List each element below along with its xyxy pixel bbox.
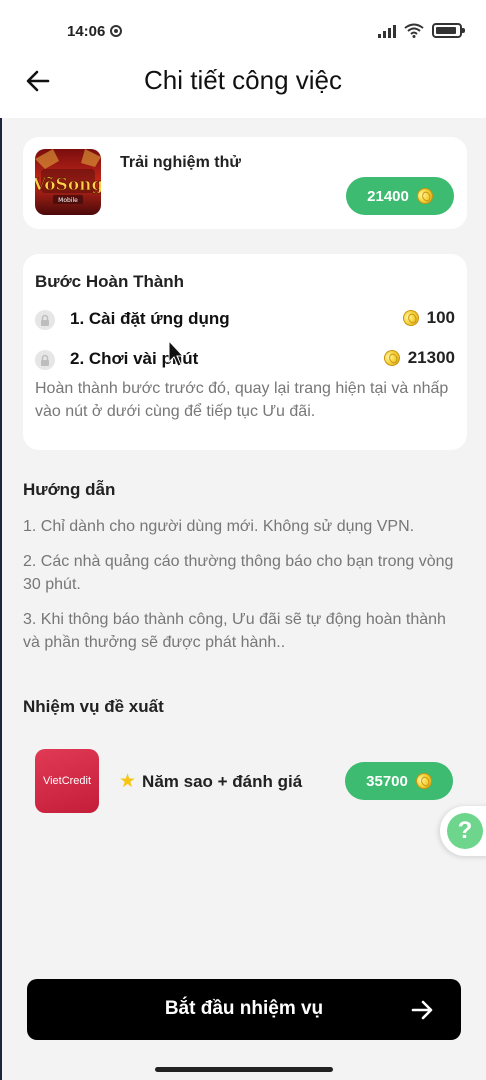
- recommended-reward-value: 35700: [366, 772, 408, 790]
- vietcredit-logo: VietCredit: [35, 749, 99, 813]
- task-reward-badge: 21400: [346, 177, 454, 215]
- coin-icon: [381, 347, 403, 369]
- header: Chi tiết công việc: [0, 55, 486, 107]
- guide-item: 1. Chỉ dành cho người dùng mới. Không sử…: [23, 518, 415, 535]
- screen-record-icon: [110, 25, 122, 37]
- lock-icon: [35, 310, 55, 330]
- recommended-reward-badge[interactable]: 35700: [345, 762, 453, 800]
- task-card: VõSong Mobile Trải nghiệm thử 21400: [23, 137, 467, 229]
- step-item: 1. Cài đặt ứng dụng 100: [35, 307, 455, 333]
- question-icon: ?: [447, 813, 483, 849]
- recommended-title: Nhiệm vụ đề xuất: [23, 697, 164, 716]
- arrow-right-icon: [411, 1000, 433, 1020]
- recommended-task-text: Năm sao + đánh giá: [142, 771, 303, 791]
- step-reward: 100: [399, 307, 455, 329]
- page-title: Chi tiết công việc: [144, 65, 342, 95]
- game-app-icon: VõSong Mobile: [35, 149, 101, 215]
- step-reward: 21300: [381, 347, 455, 369]
- vietcredit-logo-text: VietCredit: [42, 775, 92, 787]
- coin-icon: [414, 185, 436, 207]
- wifi-icon: [404, 23, 424, 38]
- task-reward-value: 21400: [367, 187, 409, 205]
- step-reward-value: 100: [426, 308, 455, 327]
- step-reward-value: 21300: [407, 348, 455, 367]
- help-button[interactable]: ?: [440, 806, 486, 856]
- start-task-label: Bắt đầu nhiệm vụ: [164, 998, 324, 1019]
- game-logo-subtext: Mobile: [58, 197, 78, 204]
- guide-item: 3. Khi thông báo thành công, Ưu đãi sẽ t…: [23, 611, 446, 651]
- steps-card: Bước Hoàn Thành 1. Cài đặt ứng dụng 100 …: [23, 254, 467, 450]
- steps-title: Bước Hoàn Thành: [35, 272, 185, 291]
- coin-icon: [399, 307, 422, 329]
- guide-item: 2. Các nhà quảng cáo thường thông báo ch…: [23, 553, 454, 593]
- step-label: 1. Cài đặt ứng dụng: [70, 309, 230, 328]
- guide-title: Hướng dẫn: [23, 480, 116, 499]
- battery-icon: [432, 23, 465, 38]
- status-icons: [378, 23, 465, 38]
- screen: 14:06 Chi tiết công việc VõSong Mobile T…: [0, 0, 486, 1080]
- coin-icon: [413, 770, 435, 792]
- status-time: 14:06: [67, 23, 106, 40]
- recommended-task-item[interactable]: VietCredit ★ Năm sao + đánh giá 35700: [23, 740, 467, 820]
- home-indicator[interactable]: [155, 1067, 333, 1072]
- star-icon: ★: [119, 771, 137, 792]
- task-title: Trải nghiệm thử: [120, 154, 241, 171]
- lock-icon: [35, 350, 55, 370]
- recommended-task-label: ★ Năm sao + đánh giá: [119, 770, 302, 793]
- start-task-button[interactable]: Bắt đầu nhiệm vụ: [27, 979, 461, 1040]
- status-bar: 14:06: [0, 0, 486, 62]
- signal-icon: [378, 24, 396, 38]
- steps-note: Hoàn thành bước trước đó, quay lại trang…: [35, 380, 449, 420]
- left-edge-divider: [0, 0, 2, 1080]
- step-item: 2. Chơi vài phút 21300: [35, 347, 455, 373]
- help-symbol: ?: [457, 817, 473, 844]
- mouse-cursor-icon: [168, 340, 184, 367]
- game-logo-text: VõSong: [35, 175, 101, 195]
